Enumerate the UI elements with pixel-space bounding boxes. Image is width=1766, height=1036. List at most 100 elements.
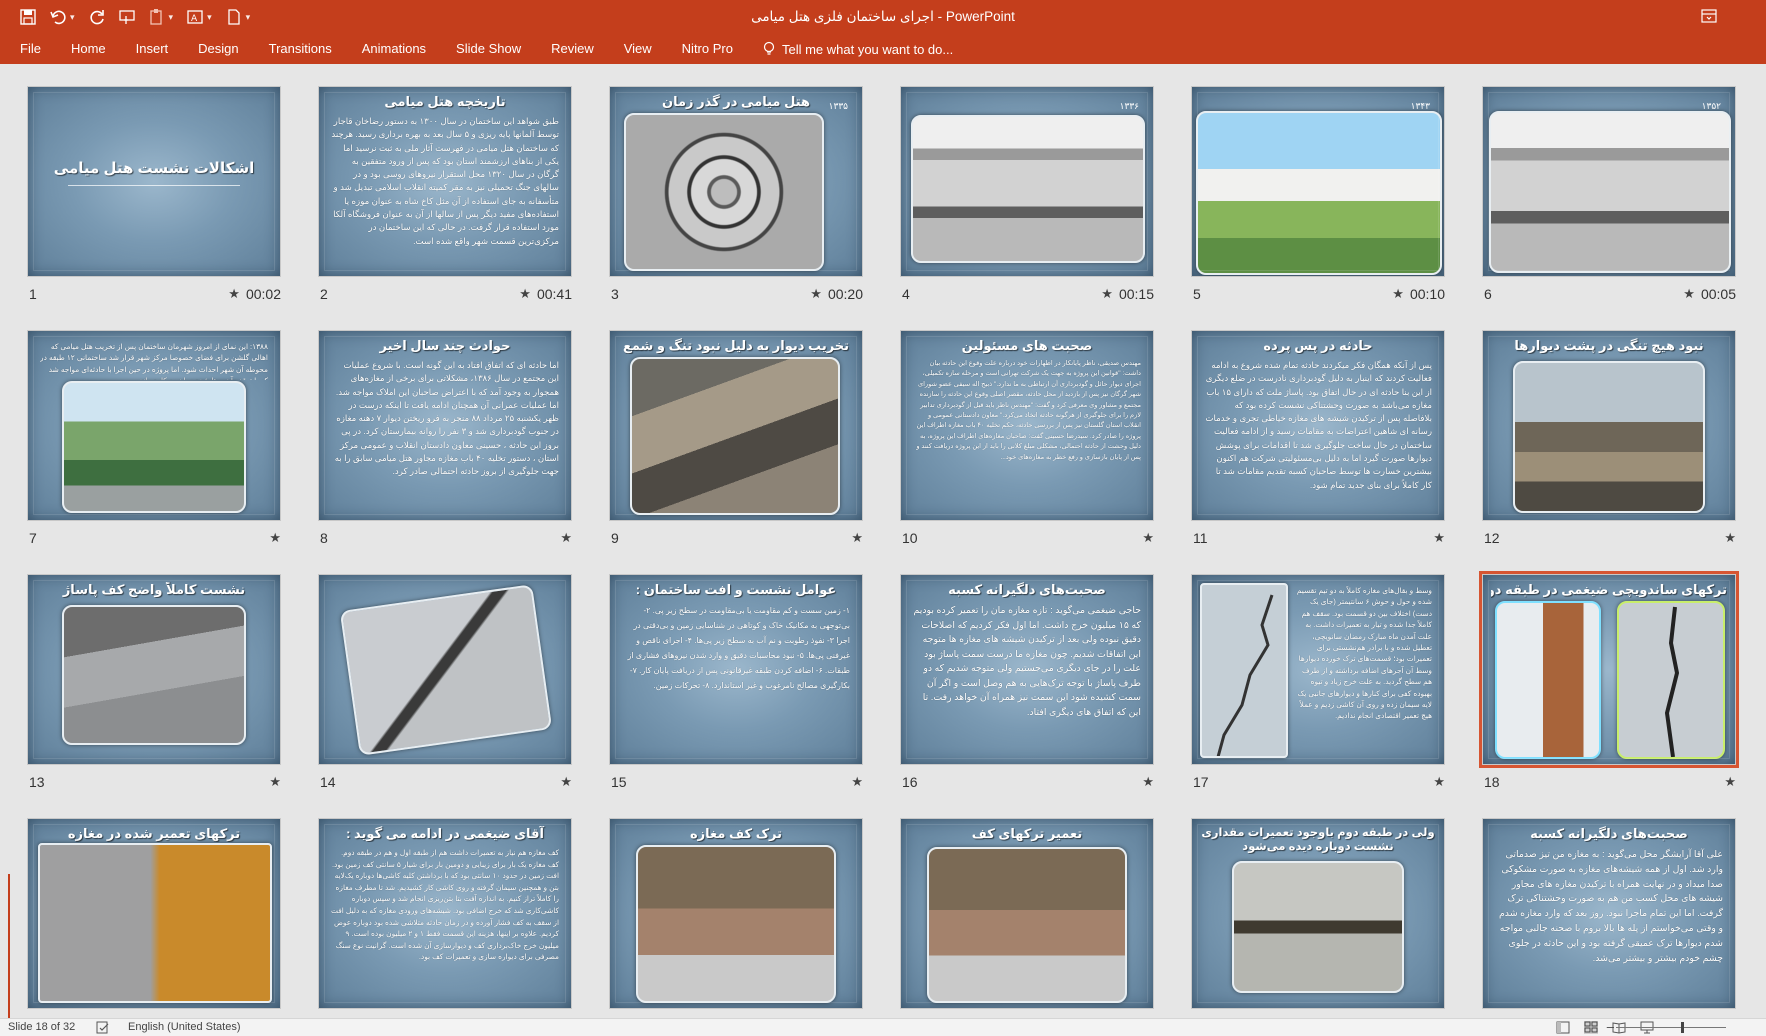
slide-preview[interactable]: ترک کف مغازه: [609, 818, 863, 1009]
slide-preview[interactable]: وسط و بقال‌های مغازه کاملاً به دو تیم تق…: [1191, 574, 1445, 765]
slide-thumbnail-10[interactable]: صحبت های مسئولین مهندس صدیقی، ناظر پایان…: [900, 330, 1154, 550]
slide-thumbnail-13[interactable]: نشست کاملاً واضح کف پاساژ 13 ★: [27, 574, 281, 794]
slide-preview[interactable]: تاریخچه هتل میامی طبق شواهد این ساختمان …: [318, 86, 572, 277]
slide-preview[interactable]: صحبت‌های دلگیرانه کسبه حاجی ضیغمی می‌گوی…: [900, 574, 1154, 765]
ribbon-display-options-icon[interactable]: [1700, 7, 1718, 25]
animation-star-icon[interactable]: ★: [1392, 286, 1404, 302]
slide-thumbnail-21[interactable]: ترک کف مغازه 21: [609, 818, 863, 1018]
animation-star-icon[interactable]: ★: [1724, 530, 1736, 546]
slide-number: 2: [320, 286, 328, 302]
slide-preview[interactable]: ۱۳۵۲: [1482, 86, 1736, 277]
crack-line-icon: [1664, 606, 1680, 757]
slide-thumbnail-19[interactable]: ترکهای تعمیر شده در مغازه 19: [27, 818, 281, 1018]
animation-star-icon[interactable]: ★: [851, 774, 863, 790]
slide-preview[interactable]: آقای ضیغمی در ادامه می گوید : کف مغازه ه…: [318, 818, 572, 1009]
zoom-out-button[interactable]: –: [1607, 1019, 1614, 1034]
animation-star-icon[interactable]: ★: [519, 286, 531, 302]
tab-home[interactable]: Home: [56, 34, 121, 64]
tab-slide-show[interactable]: Slide Show: [441, 34, 536, 64]
slide-preview[interactable]: صحبت های مسئولین مهندس صدیقی، ناظر پایان…: [900, 330, 1154, 521]
slide-preview[interactable]: هتل میامی در گذر زمان ۱۳۳۵: [609, 86, 863, 277]
zoom-slider[interactable]: [1616, 1027, 1726, 1028]
slide-thumbnail-4[interactable]: ۱۳۳۶ 4 ★ 00:15: [900, 86, 1154, 306]
animation-star-icon[interactable]: ★: [810, 286, 822, 302]
animation-star-icon[interactable]: ★: [1433, 774, 1445, 790]
slide-body-text: ۱- زمین سست و کم مقاومت یا بی‌مقاومت در …: [627, 606, 850, 690]
slide-preview[interactable]: ۱۳۴۳: [1191, 86, 1445, 277]
slide-preview[interactable]: حادثه در پس پرده پس از آنکه همگان فکر می…: [1191, 330, 1445, 521]
language-indicator[interactable]: English (United States): [128, 1021, 241, 1033]
slide-thumbnail-6[interactable]: ۱۳۵۲ 6 ★ 00:05: [1482, 86, 1736, 306]
collapsed-wall-photo: [630, 357, 840, 515]
animation-star-icon[interactable]: ★: [1433, 530, 1445, 546]
animation-star-icon[interactable]: ★: [1724, 774, 1736, 790]
slide-thumbnail-8[interactable]: حوادث چند سال اخیر اما حادثه ای که اتفاق…: [318, 330, 572, 550]
slide-timing: ★: [1142, 530, 1154, 546]
slide-preview[interactable]: ۱۳۳۶: [900, 86, 1154, 277]
slide-preview[interactable]: تخریب دیوار به دلیل نبود تنگ و شمع: [609, 330, 863, 521]
slide-thumbnail-16[interactable]: صحبت‌های دلگیرانه کسبه حاجی ضیغمی می‌گوی…: [900, 574, 1154, 794]
tell-me-label: Tell me what you want to do...: [781, 41, 954, 57]
animation-star-icon[interactable]: ★: [851, 530, 863, 546]
animation-star-icon[interactable]: ★: [1142, 774, 1154, 790]
slide-timing: ★ 00:02: [228, 286, 281, 302]
timing-label: 00:20: [827, 286, 863, 302]
slide-preview[interactable]: صحبت‌های دلگیرانه کسبه علی آقا آرایشگر م…: [1482, 818, 1736, 1009]
slide-preview[interactable]: ولی در طبقه دوم باوجود تعمیرات مقداری نش…: [1191, 818, 1445, 1009]
floor-photo: [62, 605, 246, 745]
slide-thumbnail-22[interactable]: تعمیر ترکهای کف 22: [900, 818, 1154, 1018]
slide-preview[interactable]: حوادث چند سال اخیر اما حادثه ای که اتفاق…: [318, 330, 572, 521]
slide-preview[interactable]: تعمیر ترکهای کف: [900, 818, 1154, 1009]
slide-thumbnail-14[interactable]: 14 ★: [318, 574, 572, 794]
tab-transitions[interactable]: Transitions: [254, 34, 347, 64]
slide-thumbnail-20[interactable]: آقای ضیغمی در ادامه می گوید : کف مغازه ه…: [318, 818, 572, 1018]
slide-number: 1: [29, 286, 37, 302]
animation-star-icon[interactable]: ★: [1142, 530, 1154, 546]
slide-thumbnail-24[interactable]: صحبت‌های دلگیرانه کسبه علی آقا آرایشگر م…: [1482, 818, 1736, 1018]
tab-nitro-pro[interactable]: Nitro Pro: [667, 34, 748, 64]
animation-star-icon[interactable]: ★: [560, 530, 572, 546]
slide-thumbnail-15[interactable]: عوامل نشست و افت ساختمان : ۱- زمین سست و…: [609, 574, 863, 794]
animation-star-icon[interactable]: ★: [560, 774, 572, 790]
slide-number: 5: [1193, 286, 1201, 302]
slide-preview[interactable]: [318, 574, 572, 765]
tab-view[interactable]: View: [609, 34, 667, 64]
slide-sorter-view-icon[interactable]: [1584, 1021, 1598, 1034]
slide-thumbnail-12[interactable]: نبود هیچ تنگی در پشت دیوارها 12 ★: [1482, 330, 1736, 550]
slide-thumbnail-17[interactable]: وسط و بقال‌های مغازه کاملاً به دو تیم تق…: [1191, 574, 1445, 794]
slide-preview[interactable]: اشکالات نشست هتل میامی: [27, 86, 281, 277]
slide-thumbnail-2[interactable]: تاریخچه هتل میامی طبق شواهد این ساختمان …: [318, 86, 572, 306]
slide-preview[interactable]: ترکهای تعمیر شده در مغازه: [27, 818, 281, 1009]
normal-view-icon[interactable]: [1556, 1021, 1570, 1034]
slide-thumbnail-11[interactable]: حادثه در پس پرده پس از آنکه همگان فکر می…: [1191, 330, 1445, 550]
slide-preview[interactable]: نبود هیچ تنگی در پشت دیوارها: [1482, 330, 1736, 521]
animation-star-icon[interactable]: ★: [228, 286, 240, 302]
slide-thumbnail-1[interactable]: اشکالات نشست هتل میامی 1 ★ 00:02: [27, 86, 281, 306]
slide-thumbnail-5[interactable]: ۱۳۴۳ 5 ★ 00:10: [1191, 86, 1445, 306]
animation-star-icon[interactable]: ★: [269, 530, 281, 546]
animation-star-icon[interactable]: ★: [1683, 286, 1695, 302]
tab-insert[interactable]: Insert: [121, 34, 184, 64]
tab-animations[interactable]: Animations: [347, 34, 441, 64]
slide-title: ولی در طبقه دوم باوجود تعمیرات مقداری نش…: [1201, 827, 1435, 853]
slide-preview[interactable]: ترکهای ساندویچی ضیغمی در طبقه دوم: [1479, 571, 1739, 768]
slide-thumbnail-3[interactable]: هتل میامی در گذر زمان ۱۳۳۵ 3 ★ 00:20: [609, 86, 863, 306]
tab-review[interactable]: Review: [536, 34, 609, 64]
slide-preview[interactable]: نشست کاملاً واضح کف پاساژ: [27, 574, 281, 765]
animation-star-icon[interactable]: ★: [269, 774, 281, 790]
spelling-check-icon[interactable]: [96, 1021, 110, 1034]
tab-file[interactable]: File: [0, 34, 56, 64]
tell-me-box[interactable]: Tell me what you want to do...: [748, 41, 953, 57]
slide-thumbnail-18[interactable]: ترکهای ساندویچی ضیغمی در طبقه دوم 18 ★: [1479, 571, 1739, 794]
slide-preview[interactable]: ۱۳۸۸: این نمای از امروز شهرمان ساختمان پ…: [27, 330, 281, 521]
animation-star-icon[interactable]: ★: [1101, 286, 1113, 302]
slide-timing: ★: [560, 774, 572, 790]
slide-preview[interactable]: عوامل نشست و افت ساختمان : ۱- زمین سست و…: [609, 574, 863, 765]
slide-body-text: حاجی ضیغمی می‌گوید : تازه مغازه مان را ت…: [913, 604, 1141, 717]
slide-thumbnail-23[interactable]: ولی در طبقه دوم باوجود تعمیرات مقداری نش…: [1191, 818, 1445, 1018]
slide-thumbnail-7[interactable]: ۱۳۸۸: این نمای از امروز شهرمان ساختمان پ…: [27, 330, 281, 550]
tab-design[interactable]: Design: [183, 34, 253, 64]
slide-sorter: اشکالات نشست هتل میامی 1 ★ 00:02 تاریخچه …: [0, 64, 1766, 1018]
zoom-slider-thumb[interactable]: [1681, 1022, 1684, 1033]
slide-thumbnail-9[interactable]: تخریب دیوار به دلیل نبود تنگ و شمع 9 ★: [609, 330, 863, 550]
